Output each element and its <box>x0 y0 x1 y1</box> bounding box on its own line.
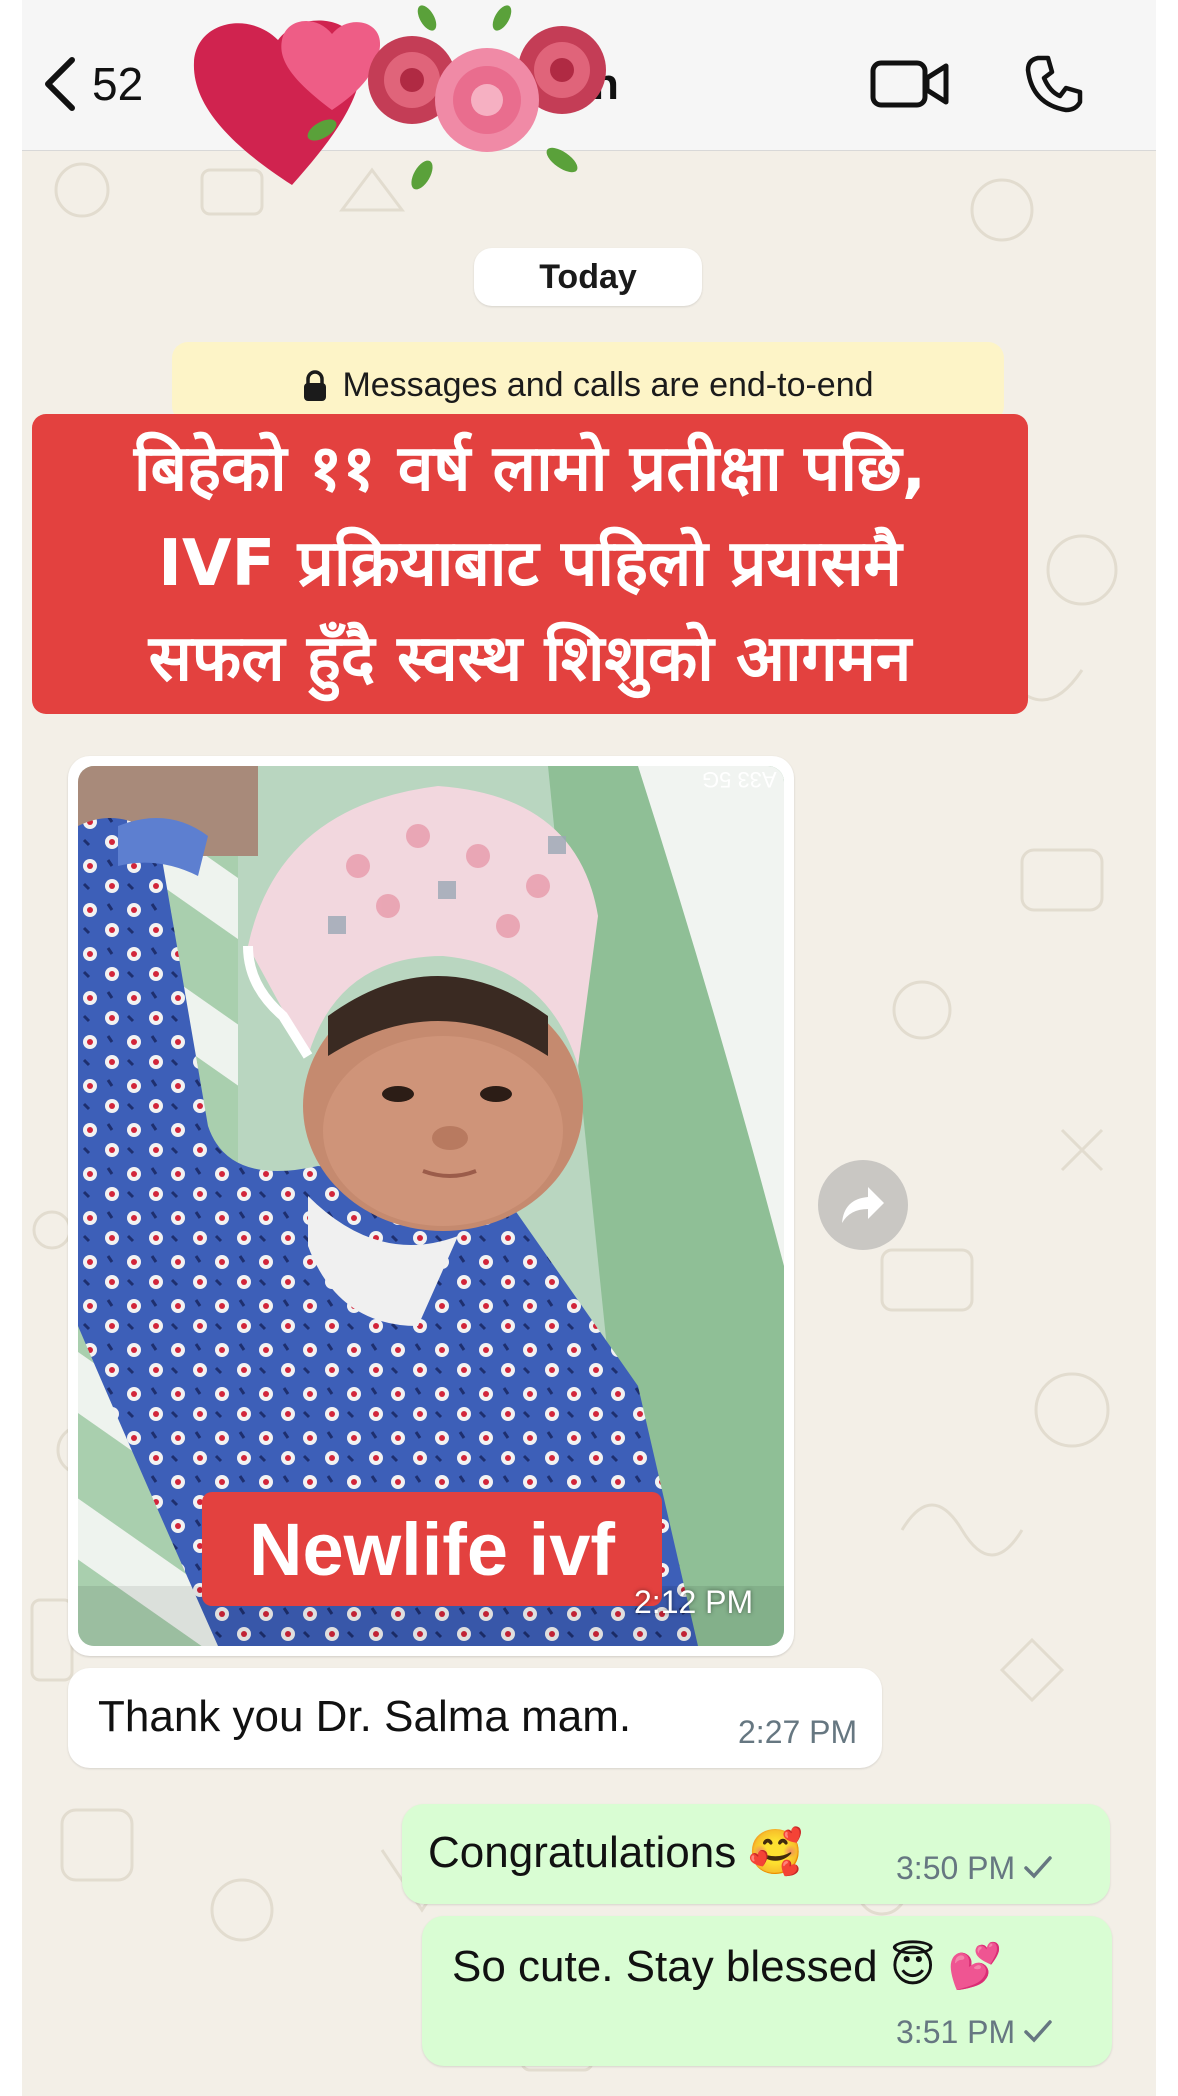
chat-screen: 52 n Today Messages and calls are end-to… <box>22 0 1156 2096</box>
message-time: 3:50 PM <box>896 1850 1053 1887</box>
message-time-text: 3:51 PM <box>896 2014 1016 2050</box>
incoming-message[interactable]: Thank you Dr. Salma mam. 2:27 PM <box>68 1668 882 1768</box>
hearts-roses-sticker <box>193 5 606 190</box>
message-text: Congratulations 🥰 <box>428 1828 804 1877</box>
headline-line-3: सफल हुँदै स्वस्थ शिशुको आगमन <box>148 622 912 696</box>
voice-call-button[interactable] <box>1012 52 1096 116</box>
lock-icon <box>304 370 327 401</box>
camera-watermark: A33 5G <box>702 767 777 792</box>
message-time: 3:51 PM <box>896 2014 1053 2051</box>
encryption-notice[interactable]: Messages and calls are end-to-end <box>172 342 1004 422</box>
check-icon <box>1024 2020 1052 2043</box>
unread-count: 52 <box>92 58 144 110</box>
message-text: So cute. Stay blessed 😇 💕 <box>452 1942 1003 1991</box>
forward-button[interactable] <box>818 1160 908 1250</box>
outgoing-message[interactable]: So cute. Stay blessed 😇 💕 3:51 PM <box>422 1916 1112 2066</box>
check-icon <box>1024 1856 1052 1879</box>
headline-caption: बिहेको ११ वर्ष लामो प्रतीक्षा पछि, IVF प… <box>32 414 1028 714</box>
newlife-ivf-label: Newlife ivf <box>202 1492 662 1606</box>
headline-line-2: IVF प्रक्रियाबाट पहिलो प्रयासमै <box>158 527 902 601</box>
back-button[interactable]: 52 <box>42 52 172 116</box>
headline-line-1: बिहेको ११ वर्ष लामो प्रतीक्षा पछि, <box>133 432 927 506</box>
video-call-button[interactable] <box>868 52 952 116</box>
image-message-time: 2:12 PM <box>634 1584 754 1620</box>
outgoing-message[interactable]: Congratulations 🥰 3:50 PM <box>402 1804 1110 1904</box>
message-time-text: 3:50 PM <box>896 1850 1016 1886</box>
date-separator: Today <box>474 248 702 306</box>
message-text: Thank you Dr. Salma mam. <box>98 1692 632 1741</box>
chevron-left-icon <box>45 57 75 111</box>
video-call-icon <box>870 60 949 108</box>
message-time: 2:27 PM <box>738 1714 858 1750</box>
phone-icon <box>1025 55 1083 113</box>
forward-icon <box>842 1187 884 1223</box>
